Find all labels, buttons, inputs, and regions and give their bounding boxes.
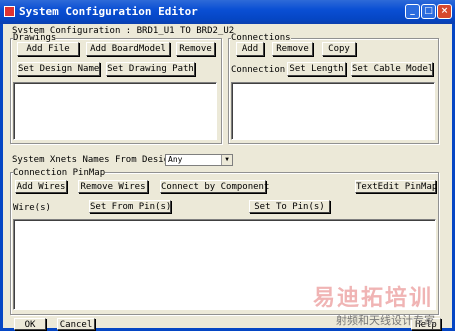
connections-list[interactable] [231,82,435,140]
title-bar[interactable]: System Configuration Editor _ □ × [0,0,455,24]
add-boardmodel-button[interactable]: Add BoardModel [86,42,170,56]
maximize-button[interactable]: □ [421,4,436,19]
set-length-button[interactable]: Set Length [287,62,346,76]
xnets-selected-value: Any [168,155,183,164]
close-button[interactable]: × [437,4,452,19]
wires-label: Wire(s) [13,203,51,213]
set-design-name-button[interactable]: Set Design Name [17,62,100,76]
drawings-list[interactable] [13,82,217,140]
remove-wires-button[interactable]: Remove Wires [78,180,148,193]
set-from-pins-button[interactable]: Set From Pin(s) [89,200,171,213]
connect-by-component-button[interactable]: Connect by Component [160,180,269,193]
add-wires-button[interactable]: Add Wires [15,180,67,193]
xnets-label: System Xnets Names From Design: [12,155,180,165]
add-file-button[interactable]: Add File [17,42,79,56]
connection-label: Connection [231,65,286,75]
drawings-remove-button[interactable]: Remove [176,42,215,56]
connections-remove-button[interactable]: Remove [272,42,313,56]
cancel-button[interactable]: Cancel [57,318,95,330]
ok-button[interactable]: OK [14,318,46,330]
watermark-subtitle: 射频和天线设计专家 [336,314,435,327]
set-to-pins-button[interactable]: Set To Pin(s) [249,200,330,213]
chevron-down-icon[interactable]: ▼ [221,155,232,165]
window-title: System Configuration Editor [19,5,198,18]
connections-copy-button[interactable]: Copy [322,42,356,56]
set-drawing-path-button[interactable]: Set Drawing Path [106,62,195,76]
minimize-button[interactable]: _ [405,4,420,19]
app-icon [4,6,15,17]
textedit-pinmap-button[interactable]: TextEdit PinMap [355,180,437,193]
pinmap-label: Connection PinMap [13,168,106,178]
xnets-select[interactable]: Any ▼ [165,154,233,166]
watermark-logo: 易迪拓培训 [312,286,433,311]
connections-add-button[interactable]: Add [236,42,264,56]
set-cable-model-button[interactable]: Set Cable Model [351,62,433,76]
